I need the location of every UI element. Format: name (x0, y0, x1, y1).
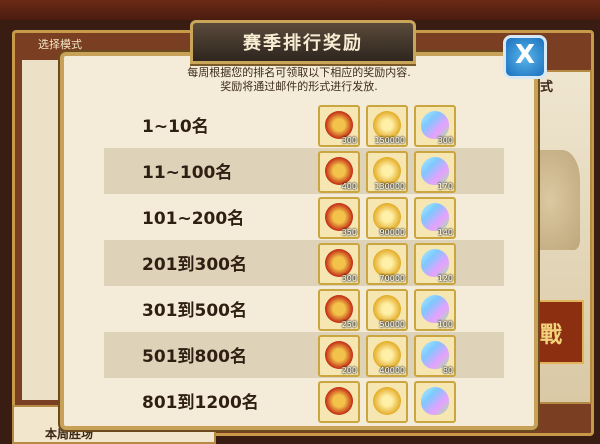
medal-reward[interactable]: 200 (318, 335, 360, 377)
reward-quantity: 50000 (379, 320, 405, 329)
rank-range: 301到500名 (142, 301, 247, 321)
reward-list[interactable]: 1~10名 300 150000 300 11~100名 400 130000 … (104, 102, 504, 423)
coin-icon (373, 249, 401, 277)
crystal-reward[interactable]: 120 (414, 243, 456, 285)
reward-row: 301到500名 250 50000 100 (104, 286, 504, 332)
crystal-icon (421, 387, 449, 415)
crystal-icon (421, 341, 449, 369)
reward-quantity: 300 (341, 274, 357, 283)
gold-reward[interactable]: 130000 (366, 151, 408, 193)
description-line-2: 奖励将通过邮件的形式进行发放. (220, 80, 378, 93)
battle-button[interactable]: 戰 (530, 300, 584, 364)
close-icon: X (514, 40, 536, 70)
description-line-1: 每周根据您的排名可领取以下相应的奖励内容. (187, 66, 411, 79)
crystal-reward[interactable]: 300 (414, 105, 456, 147)
medal-reward[interactable] (318, 381, 360, 423)
crystal-icon (421, 111, 449, 139)
reward-row: 801到1200名 (104, 378, 504, 424)
reward-quantity: 140 (437, 228, 453, 237)
crystal-reward[interactable]: 80 (414, 335, 456, 377)
reward-quantity: 170 (437, 182, 453, 191)
gold-reward[interactable]: 70000 (366, 243, 408, 285)
medal-reward[interactable]: 400 (318, 151, 360, 193)
reward-quantity: 250 (341, 320, 357, 329)
coin-icon (373, 157, 401, 185)
medal-icon (325, 249, 353, 277)
medal-icon (325, 203, 353, 231)
gold-reward[interactable]: 90000 (366, 197, 408, 239)
reward-quantity: 150000 (374, 136, 405, 145)
reward-quantity: 90000 (379, 228, 405, 237)
medal-reward[interactable]: 300 (318, 105, 360, 147)
medal-reward[interactable]: 250 (318, 289, 360, 331)
reward-quantity: 200 (341, 366, 357, 375)
crystal-icon (421, 203, 449, 231)
rank-range: 501到800名 (142, 347, 247, 367)
close-button[interactable]: X (503, 35, 547, 79)
coin-icon (373, 111, 401, 139)
medal-icon (325, 295, 353, 323)
reward-quantity: 400 (341, 182, 357, 191)
crystal-reward[interactable]: 170 (414, 151, 456, 193)
reward-row: 101~200名 350 90000 140 (104, 194, 504, 240)
crystal-reward[interactable]: 100 (414, 289, 456, 331)
reward-quantity: 300 (341, 136, 357, 145)
gold-reward[interactable]: 40000 (366, 335, 408, 377)
gold-reward[interactable] (366, 381, 408, 423)
coin-icon (373, 387, 401, 415)
medal-icon (325, 341, 353, 369)
crystal-reward[interactable] (414, 381, 456, 423)
rank-range: 101~200名 (142, 209, 245, 229)
reward-row: 11~100名 400 130000 170 (104, 148, 504, 194)
coin-icon (373, 341, 401, 369)
rank-range: 801到1200名 (142, 393, 259, 413)
select-mode-label: 选择模式 (38, 38, 82, 51)
reward-quantity: 80 (442, 366, 453, 375)
crystal-icon (421, 157, 449, 185)
dialog-title: 赛季排行奖励 (243, 33, 363, 54)
reward-quantity: 120 (437, 274, 453, 283)
reward-row: 501到800名 200 40000 80 (104, 332, 504, 378)
medal-icon (325, 111, 353, 139)
medal-icon (325, 157, 353, 185)
reward-quantity: 350 (341, 228, 357, 237)
reward-quantity: 100 (437, 320, 453, 329)
reward-quantity: 300 (437, 136, 453, 145)
gold-reward[interactable]: 50000 (366, 289, 408, 331)
reward-quantity: 40000 (379, 366, 405, 375)
medal-reward[interactable]: 300 (318, 243, 360, 285)
medal-icon (325, 387, 353, 415)
gold-reward[interactable]: 150000 (366, 105, 408, 147)
crystal-reward[interactable]: 140 (414, 197, 456, 239)
crystal-icon (421, 295, 449, 323)
rank-range: 1~10名 (142, 117, 209, 137)
reward-dialog: 每周根据您的排名可领取以下相应的奖励内容. 奖励将通过邮件的形式进行发放. 1~… (60, 52, 538, 430)
top-bar (0, 0, 600, 20)
reward-row: 201到300名 300 70000 120 (104, 240, 504, 286)
rank-range: 201到300名 (142, 255, 247, 275)
coin-icon (373, 203, 401, 231)
battle-button-label: 戰 (540, 323, 563, 348)
crystal-icon (421, 249, 449, 277)
dialog-title-plate: 赛季排行奖励 (190, 20, 416, 64)
dialog-description: 每周根据您的排名可领取以下相应的奖励内容. 奖励将通过邮件的形式进行发放. (64, 66, 534, 94)
coin-icon (373, 295, 401, 323)
reward-quantity: 70000 (379, 274, 405, 283)
medal-reward[interactable]: 350 (318, 197, 360, 239)
reward-quantity: 130000 (374, 182, 405, 191)
rank-range: 11~100名 (142, 163, 233, 183)
reward-row: 1~10名 300 150000 300 (104, 102, 504, 148)
